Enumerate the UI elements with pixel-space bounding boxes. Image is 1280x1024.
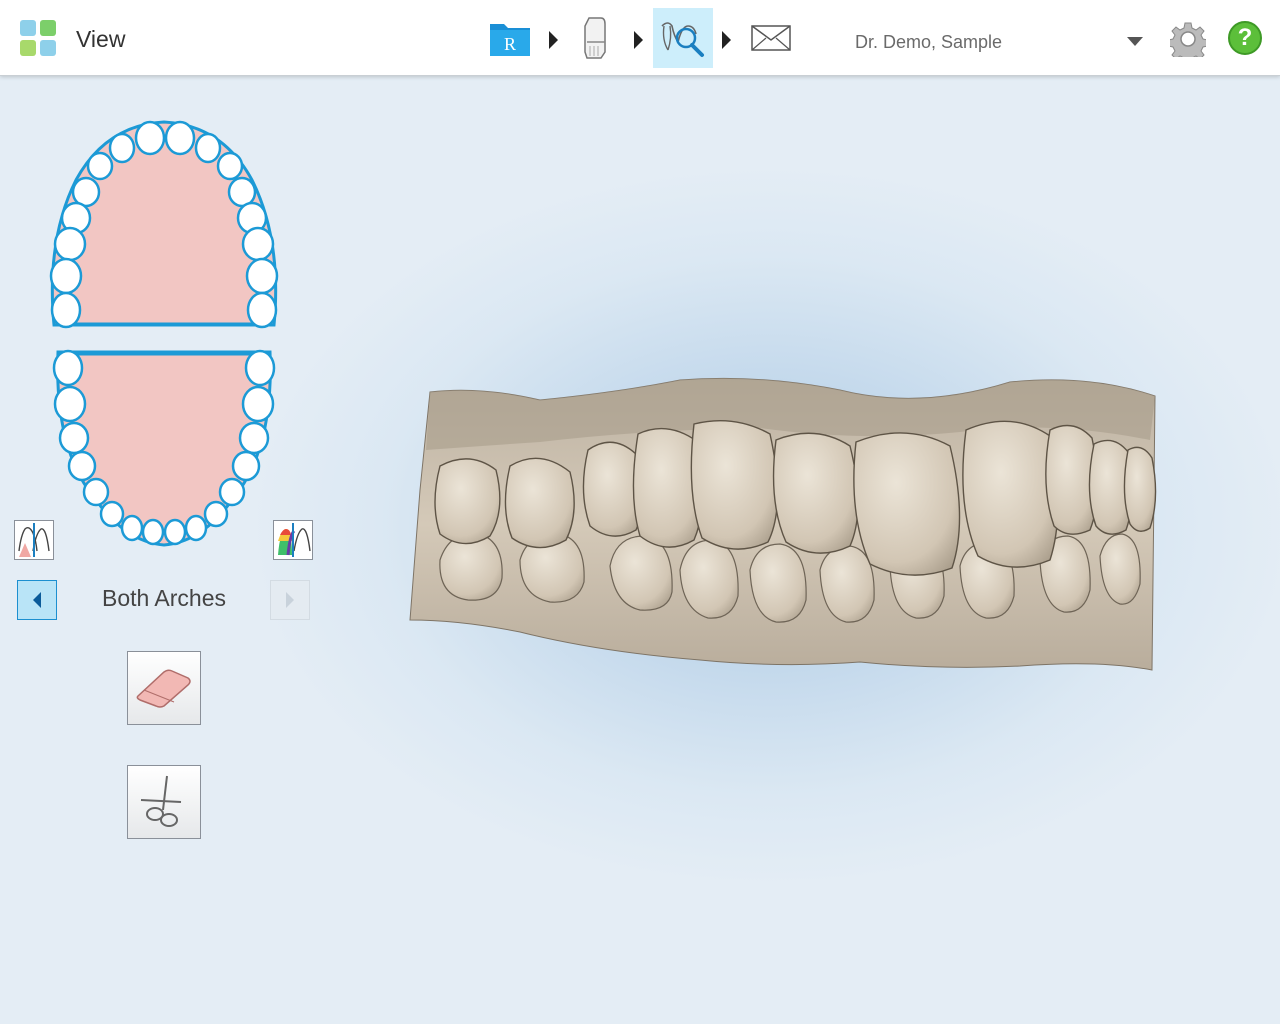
- upper-arch[interactable]: [49, 120, 279, 329]
- gear-icon[interactable]: [1170, 21, 1206, 57]
- scissors-icon: [140, 775, 182, 827]
- dental-model-3d[interactable]: [400, 370, 1180, 690]
- rx-folder-icon: R: [490, 24, 530, 56]
- next-arch-button[interactable]: [270, 580, 310, 620]
- help-button[interactable]: ?: [1228, 21, 1262, 55]
- app-menu-logo-icon[interactable]: [20, 20, 56, 56]
- doctor-name-selector[interactable]: Dr. Demo, Sample: [855, 32, 1002, 53]
- step-view-button[interactable]: [653, 8, 713, 68]
- top-bar: View R Dr. Demo, Sample ?: [0, 0, 1280, 76]
- monochrome-tooth-icon: [18, 523, 50, 557]
- scanner-wand-icon: [584, 17, 606, 59]
- eraser-icon: [136, 669, 191, 708]
- arch-selection-label: Both Arches: [101, 585, 227, 611]
- monochrome-view-button[interactable]: [14, 520, 54, 560]
- lower-arch[interactable]: [52, 349, 276, 547]
- color-tooth-icon: [278, 523, 311, 557]
- previous-arch-button[interactable]: [17, 580, 57, 620]
- color-view-button[interactable]: [273, 520, 313, 560]
- trim-tool-button[interactable]: [127, 765, 201, 839]
- step-rx-button[interactable]: R: [481, 8, 541, 68]
- view-model-icon: [661, 22, 704, 57]
- step-arrow-icon: [634, 31, 643, 49]
- step-scan-button[interactable]: [564, 8, 624, 68]
- eraser-tool-button[interactable]: [127, 651, 201, 725]
- arch-selector-map[interactable]: [46, 120, 282, 550]
- step-arrow-icon: [722, 31, 731, 49]
- chevron-left-icon: [33, 592, 41, 608]
- chevron-down-icon[interactable]: [1127, 37, 1143, 46]
- chevron-right-icon: [286, 592, 294, 608]
- step-arrow-icon: [549, 31, 558, 49]
- rx-letter: R: [504, 34, 516, 54]
- step-send-button[interactable]: [741, 8, 801, 68]
- page-title: View: [76, 26, 126, 52]
- envelope-icon: [751, 25, 791, 51]
